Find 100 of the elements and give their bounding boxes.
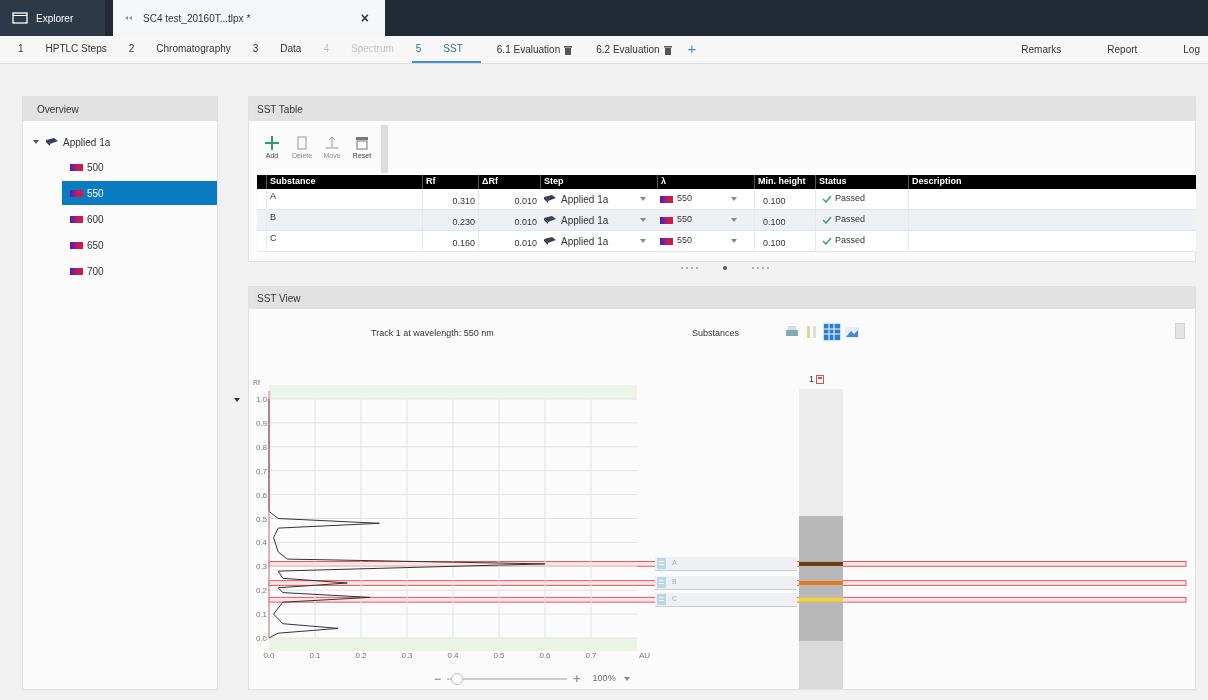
sheet-icon: [294, 134, 310, 151]
column-label: Substances: [692, 327, 740, 340]
tree-item[interactable]: 550: [62, 181, 217, 205]
close-button[interactable]: ×: [360, 7, 369, 29]
tree-item[interactable]: 500: [62, 155, 217, 179]
axis-tick-label: 0.4: [255, 538, 267, 548]
axis-label: AU: [639, 651, 651, 660]
tab[interactable]: Explorer: [0, 0, 105, 36]
spectrum-icon: [660, 194, 673, 204]
table-cell: Passed: [835, 213, 866, 227]
trash-icon: [564, 44, 573, 55]
tree-item[interactable]: 600: [62, 207, 217, 231]
caret-icon: [640, 218, 646, 222]
axis-tick-label: 0.3: [401, 651, 413, 660]
collapse-handle-icon: [234, 397, 240, 403]
window-icon: [12, 12, 28, 24]
axis-tick-label: 0.1: [255, 610, 267, 620]
marker-icon: [657, 593, 666, 605]
table-cell-text: A: [270, 190, 276, 203]
axis-tick-label: 0.3: [255, 562, 267, 572]
table-cell-text: 0.100: [763, 236, 786, 250]
grid-icon: [824, 324, 840, 340]
caret-icon: [731, 218, 737, 222]
table-cell-text: B: [270, 211, 276, 224]
table-cell-text: 0.100: [763, 215, 786, 229]
axis-tick-label: 0.7: [255, 466, 267, 476]
axis-tick-label: 0.0: [263, 651, 275, 660]
zoom-dropdown[interactable]: 100%: [592, 672, 630, 686]
plate-icon: [543, 215, 557, 225]
axis-tick-label: 0.4: [447, 651, 459, 660]
track-label: 1: [809, 373, 814, 386]
panel-header: SST Table: [249, 97, 1195, 121]
plus-icon: [264, 134, 280, 151]
image-icon: [844, 324, 860, 340]
step-tab[interactable]: 2 Chromatography: [124, 36, 249, 63]
nav-link[interactable]: Remarks: [1021, 42, 1062, 57]
step-dropdown[interactable]: Applied 1a: [540, 231, 657, 251]
track-icon: [816, 375, 824, 385]
nav-link[interactable]: Report: [1107, 42, 1138, 57]
step-dropdown[interactable]: Applied 1a: [540, 189, 657, 209]
axis-tick-label: 0.5: [255, 514, 267, 524]
table-cell-text: C: [270, 232, 277, 245]
spectrum-icon: [660, 215, 673, 225]
axis-tick-label: 0.9: [255, 418, 267, 428]
evaluation-tab[interactable]: 6.1 Evaluation: [488, 42, 581, 57]
marker-icon: [657, 577, 666, 588]
axis-tick-label: 0.2: [355, 651, 367, 660]
caret-icon: [623, 676, 630, 681]
splitter-handle-icon: [680, 265, 770, 271]
scroll-button[interactable]: [1175, 323, 1185, 339]
caret-icon: [731, 197, 737, 201]
plate-icon: [543, 236, 557, 246]
tree-item[interactable]: 700: [62, 259, 217, 283]
caret-icon: [640, 197, 646, 201]
slider-thumb[interactable]: [451, 672, 464, 685]
panel-header: Overview: [23, 97, 217, 121]
arrows-icon: [125, 15, 135, 21]
spectrum-icon: [70, 214, 83, 224]
axis-tick-label: 1.0: [255, 395, 267, 404]
tree-item[interactable]: Applied 1a: [45, 134, 111, 150]
spectrum-icon: [660, 236, 673, 246]
table-cell-text: 0.160: [452, 236, 475, 250]
axis-tick-label: 0.1: [309, 651, 321, 660]
table-cell-text: 0.010: [514, 215, 537, 229]
axis-tick-label: 0.6: [539, 651, 551, 660]
wavelength-dropdown[interactable]: 550: [657, 231, 754, 251]
panel-header: SST View: [249, 287, 1195, 309]
axis-tick-label: 0.5: [493, 651, 505, 660]
table-cell-text: 0.230: [452, 215, 475, 229]
step-tab[interactable]: 5 SST: [411, 36, 481, 63]
tree-item[interactable]: 650: [62, 233, 217, 257]
caret-icon: [731, 239, 737, 243]
table-cell-text: 0.010: [514, 194, 537, 208]
wavelength-dropdown[interactable]: 550: [657, 189, 754, 209]
step-dropdown[interactable]: Applied 1a: [540, 210, 657, 230]
tab[interactable]: SC4 test_20160T...tlpx * ×: [113, 0, 385, 36]
marker-icon: [657, 557, 666, 569]
nav-link[interactable]: Log: [1183, 42, 1200, 57]
form-icon: [354, 134, 370, 151]
upload-icon: [324, 134, 340, 151]
step-tab[interactable]: 1 HPTLC Steps: [14, 36, 125, 63]
step-tab[interactable]: 3 Data: [248, 36, 320, 63]
table-cell: Passed: [835, 192, 866, 206]
spectrum-icon: [70, 266, 83, 276]
evaluation-tab[interactable]: 6.2 Evaluation: [588, 42, 680, 57]
axis-tick-label: 0.6: [255, 490, 267, 500]
caret-icon: [640, 239, 646, 243]
spectrum-icon: [70, 162, 83, 172]
spectrum-icon: [70, 240, 83, 250]
axis-tick-label: 0.0: [255, 634, 267, 643]
table-cell-text: 0.010: [514, 236, 537, 250]
table-cell-text: 0.310: [452, 194, 475, 208]
table-cell: Passed: [835, 234, 866, 248]
axis-tick-label: 0.7: [585, 651, 597, 660]
wavelength-dropdown[interactable]: 550: [657, 210, 754, 230]
view-toggle-button[interactable]: [823, 323, 841, 341]
spectrum-icon: [70, 188, 83, 198]
trash-icon: [663, 44, 672, 55]
plate-icon: [543, 194, 557, 204]
toolbar-grip[interactable]: [381, 125, 388, 173]
